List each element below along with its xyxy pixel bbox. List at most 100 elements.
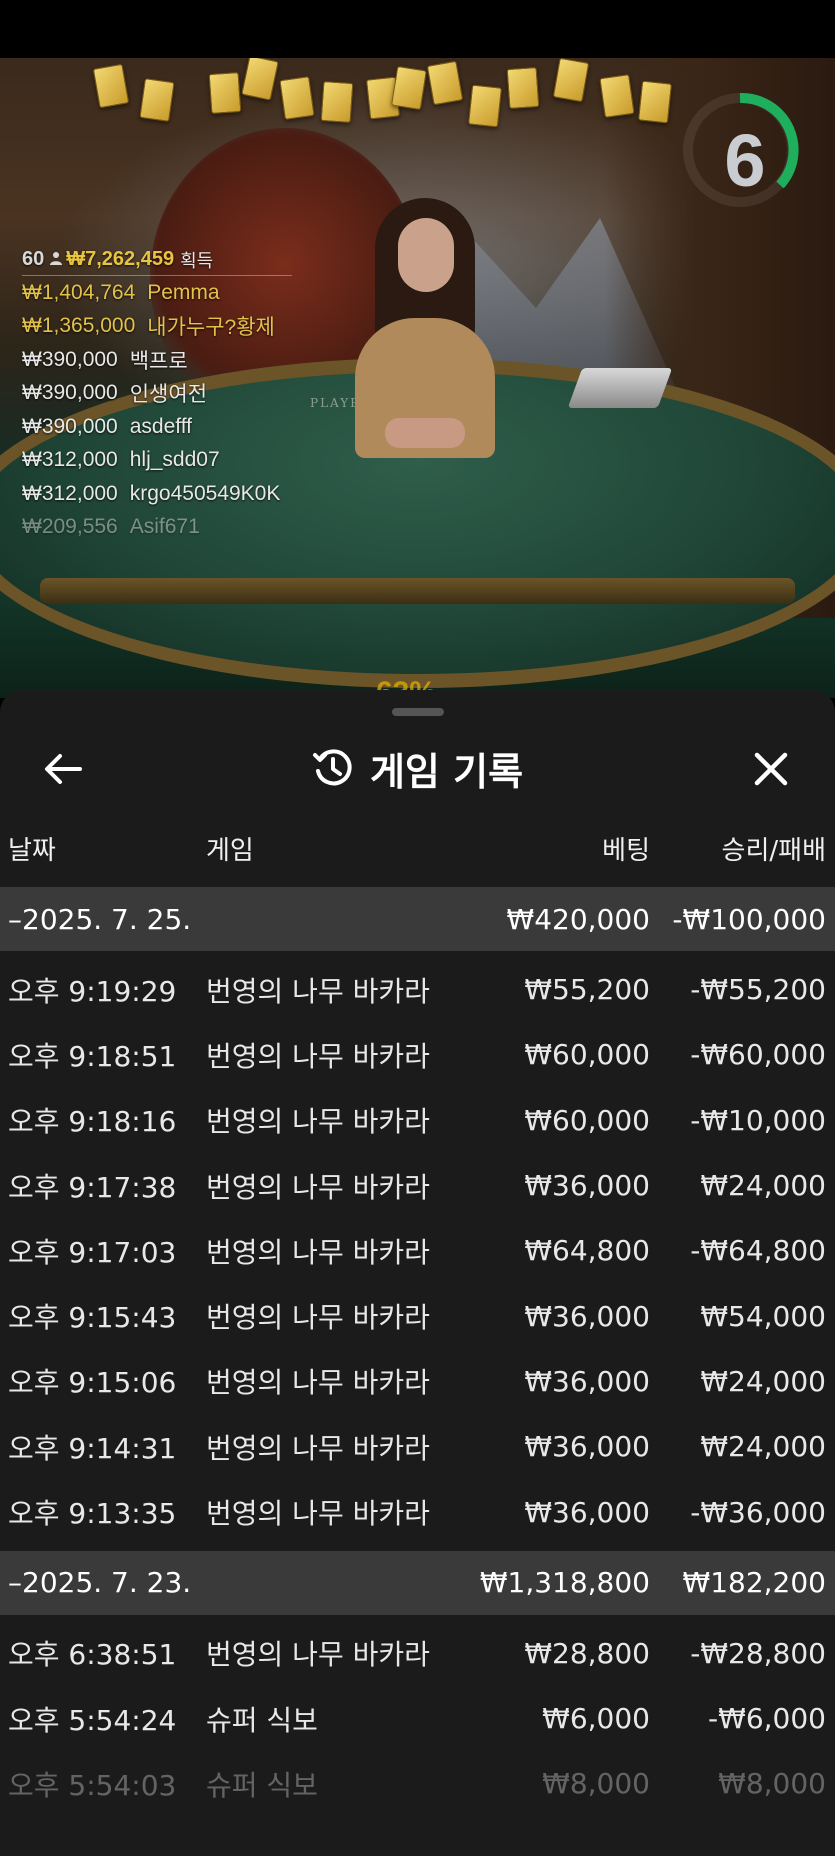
- winner-row: ₩312,000 hlj_sdd07: [22, 444, 322, 478]
- row-bet: ₩36,000: [524, 1495, 650, 1529]
- row-result: -₩28,800: [690, 1636, 826, 1670]
- winner-row: ₩390,000 인생여전: [22, 377, 322, 411]
- table-row[interactable]: 오후 6:38:51 번영의 나무 바카라 ₩28,800 -₩28,800: [0, 1621, 835, 1686]
- winner-amount: ₩1,404,764: [22, 280, 136, 304]
- group-bet-total: ₩1,318,800: [479, 1566, 650, 1600]
- game-history-sheet: 게임 기록 날짜 게임 베팅 승리/패배 –2025. 7. 25. ₩420,…: [0, 690, 835, 1856]
- row-bet: ₩36,000: [524, 1299, 650, 1333]
- date-group-row[interactable]: –2025. 7. 23. ₩1,318,800 ₩182,200: [0, 1550, 835, 1615]
- row-game: 번영의 나무 바카라: [206, 1235, 430, 1269]
- row-bet: ₩64,800: [524, 1234, 650, 1268]
- winner-amount: ₩312,000: [22, 448, 118, 472]
- row-result: -₩36,000: [690, 1495, 826, 1529]
- table-rail: [40, 578, 795, 604]
- row-bet: ₩60,000: [524, 1038, 650, 1072]
- group-bet-total: ₩420,000: [506, 902, 650, 936]
- row-time: 오후 9:13:35: [8, 1497, 177, 1531]
- table-row[interactable]: 오후 9:17:38 번영의 나무 바카라 ₩36,000 ₩24,000: [0, 1153, 835, 1218]
- table-row[interactable]: 오후 9:15:06 번영의 나무 바카라 ₩36,000 ₩24,000: [0, 1349, 835, 1414]
- winner-row: ₩312,000 krgo450549K0K: [22, 477, 322, 511]
- hanging-card: [320, 81, 354, 123]
- winner-name: krgo450549K0K: [129, 481, 281, 505]
- table-row[interactable]: 오후 9:18:51 번영의 나무 바카라 ₩60,000 -₩60,000: [0, 1022, 835, 1087]
- winner-row: ₩390,000 백프로: [22, 343, 322, 377]
- row-game: 슈퍼 식보: [206, 1768, 318, 1802]
- hanging-card: [467, 84, 503, 128]
- hanging-card: [279, 76, 315, 120]
- sheet-drag-handle[interactable]: [392, 708, 444, 716]
- row-game: 번영의 나무 바카라: [206, 1039, 430, 1073]
- row-game: 슈퍼 식보: [206, 1703, 318, 1737]
- row-result: ₩24,000: [700, 1169, 826, 1203]
- winner-amount: ₩390,000: [22, 347, 118, 371]
- row-result: ₩24,000: [700, 1430, 826, 1464]
- row-game: 번영의 나무 바카라: [206, 1170, 430, 1204]
- table-row[interactable]: 오후 9:13:35 번영의 나무 바카라 ₩36,000 -₩36,000: [0, 1479, 835, 1544]
- row-game: 번영의 나무 바카라: [206, 1431, 430, 1465]
- winner-row: ₩390,000 asdefff: [22, 410, 322, 444]
- row-game: 번영의 나무 바카라: [206, 1638, 430, 1672]
- table-row[interactable]: 오후 5:54:24 슈퍼 식보 ₩6,000 -₩6,000: [0, 1686, 835, 1751]
- winner-name: asdefff: [129, 414, 193, 438]
- row-time: 오후 9:19:29: [8, 974, 177, 1008]
- winners-count: 60: [22, 248, 45, 270]
- row-time: 오후 6:38:51: [8, 1638, 177, 1672]
- row-time: 오후 9:15:43: [8, 1301, 177, 1335]
- column-header-result: 승리/패배: [721, 835, 826, 866]
- winners-total: ₩7,262,459: [66, 248, 175, 270]
- winner-amount: ₩390,000: [22, 381, 118, 405]
- row-time: 오후 9:17:03: [8, 1235, 177, 1269]
- winner-name: 내가누구?황제: [147, 316, 275, 340]
- person-icon: [50, 251, 63, 268]
- table-row[interactable]: 오후 9:15:43 번영의 나무 바카라 ₩36,000 ₩54,000: [0, 1283, 835, 1348]
- group-result-total: -₩100,000: [672, 902, 826, 936]
- row-bet: ₩36,000: [524, 1169, 650, 1203]
- row-result: -₩55,200: [690, 973, 826, 1007]
- history-clock-icon: [312, 749, 352, 786]
- table-row[interactable]: 오후 9:17:03 번영의 나무 바카라 ₩64,800 -₩64,800: [0, 1218, 835, 1283]
- table-row[interactable]: 오후 9:18:16 번영의 나무 바카라 ₩60,000 -₩10,000: [0, 1088, 835, 1153]
- column-header-bet: 베팅: [602, 835, 650, 866]
- winner-amount: ₩312,000: [22, 481, 118, 505]
- row-game: 번영의 나무 바카라: [206, 1497, 430, 1531]
- winner-name: 백프로: [129, 349, 188, 373]
- row-time: 오후 9:14:31: [8, 1431, 177, 1465]
- table-row[interactable]: 오후 9:19:29 번영의 나무 바카라 ₩55,200 -₩55,200: [0, 957, 835, 1022]
- row-time: 오후 9:18:51: [8, 1039, 177, 1073]
- dealer: [340, 198, 510, 458]
- table-row[interactable]: 오후 9:14:31 번영의 나무 바카라 ₩36,000 ₩24,000: [0, 1414, 835, 1479]
- round-timer-value: 6: [724, 119, 766, 202]
- winners-summary: 60 ₩7,262,459 획득: [22, 244, 292, 276]
- row-result: -₩6,000: [708, 1702, 826, 1736]
- date-group-row[interactable]: –2025. 7. 25. ₩420,000 -₩100,000: [0, 887, 835, 951]
- close-button[interactable]: [746, 744, 796, 794]
- sheet-title: 게임 기록: [369, 749, 524, 794]
- row-result: ₩24,000: [700, 1364, 826, 1398]
- winner-amount: ₩209,556: [22, 515, 118, 539]
- winner-row: ₩1,404,764 Pemma: [22, 276, 322, 310]
- hanging-card: [208, 72, 242, 114]
- hanging-card: [391, 65, 427, 111]
- row-time: 오후 9:18:16: [8, 1105, 177, 1139]
- winner-name: hlj_sdd07: [129, 448, 220, 472]
- row-bet: ₩6,000: [542, 1702, 650, 1736]
- hanging-card: [426, 60, 464, 106]
- winner-name: 인생여전: [129, 383, 208, 407]
- winners-earn-label: 획득: [180, 250, 214, 271]
- row-time: 오후 9:15:06: [8, 1366, 177, 1400]
- hanging-card: [241, 58, 279, 101]
- row-bet: ₩55,200: [524, 973, 650, 1007]
- row-result: ₩54,000: [700, 1299, 826, 1333]
- row-game: 번영의 나무 바카라: [206, 974, 430, 1008]
- history-table: –2025. 7. 25. ₩420,000 -₩100,000 오후 9:19…: [0, 887, 835, 1817]
- winner-row: ₩209,556 Asif671: [22, 511, 322, 545]
- row-result: -₩10,000: [690, 1103, 826, 1137]
- group-result-total: ₩182,200: [682, 1566, 826, 1600]
- row-bet: ₩28,800: [524, 1636, 650, 1670]
- table-row[interactable]: 오후 5:54:03 슈퍼 식보 ₩8,000 ₩8,000: [0, 1751, 835, 1816]
- row-result: -₩60,000: [690, 1038, 826, 1072]
- row-game: 번영의 나무 바카라: [206, 1366, 430, 1400]
- sheet-header: 게임 기록: [0, 724, 835, 814]
- winner-name: Pemma: [147, 280, 220, 304]
- row-time: 오후 9:17:38: [8, 1170, 177, 1204]
